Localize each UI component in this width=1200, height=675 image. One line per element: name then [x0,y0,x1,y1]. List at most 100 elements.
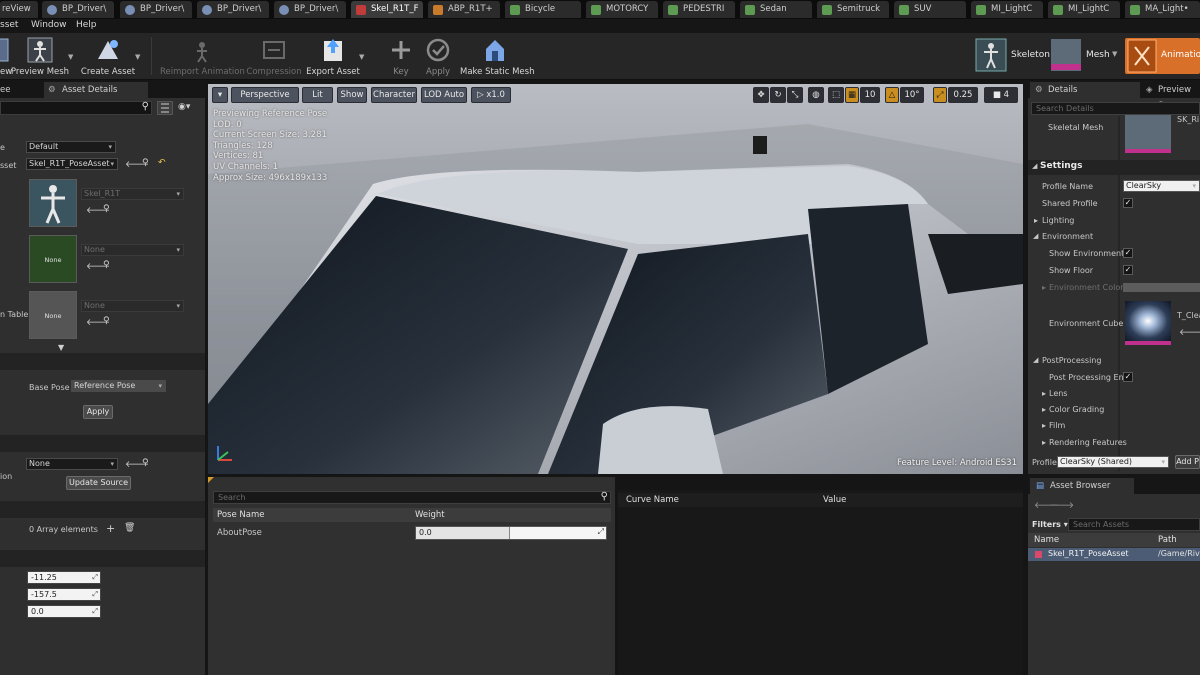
profile-name-input[interactable]: ClearSky [1123,180,1200,192]
apply-button[interactable]: Apply [83,405,113,419]
tab-bp-driver-4[interactable]: BP_Driver\ [274,1,346,18]
column-weight[interactable]: Weight [415,508,445,522]
tab-bp-driver-1[interactable]: BP_Driver\ [42,1,114,18]
section-header[interactable] [0,550,205,567]
tab-ma-light[interactable]: MA_Light• [1125,1,1200,18]
tab-bicycle[interactable]: Bicycle [505,1,581,18]
forward-arrow-icon[interactable]: 🡒 [1050,500,1074,511]
tab-mi-light-2[interactable]: MI_LightC [1048,1,1120,18]
3d-viewport[interactable]: ▾ Perspective Lit Show Character LOD Aut… [208,84,1023,474]
playback-speed-button[interactable]: ▷ x1.0 [471,87,511,103]
animation-mode-button[interactable]: Animation [1125,38,1200,74]
tab-details[interactable]: ⚙ Details [1030,82,1140,98]
tab-mi-light-1[interactable]: MI_LightC [971,1,1043,18]
tab-skeleton-tree[interactable]: ee [0,82,40,98]
add-element-icon[interactable]: + [106,522,115,535]
browse-search-icon[interactable]: ⚲ [103,316,110,326]
arrow-left-icon[interactable]: 🡐 [1179,327,1200,338]
collapsed-arrow-icon[interactable]: ▸ [1042,389,1046,398]
mesh-mode-button[interactable]: Mesh ▼ [1050,38,1124,74]
reset-icon[interactable]: ↶ [158,158,166,168]
pose-asset-combo[interactable]: Skel_R1T_PoseAsset [26,158,118,170]
key-button[interactable]: Key [386,35,416,79]
number-field-y[interactable]: -157.5 [27,588,101,601]
column-pose-name[interactable]: Pose Name [217,508,264,522]
default-combo[interactable]: Default [26,141,116,153]
section-header[interactable] [0,501,205,518]
column-value[interactable]: Value [823,493,846,507]
skeletal-mesh-thumbnail[interactable] [1125,115,1171,153]
tab-semitruck[interactable]: Semitruck [817,1,889,18]
collapsed-arrow-icon[interactable]: ▸ [1042,283,1046,292]
preview-mesh-thumbnail[interactable]: None [29,235,77,283]
environment-color-swatch[interactable] [1123,283,1200,292]
lens-category[interactable]: Lens [1049,389,1067,398]
coord-space-icon[interactable]: ◍ [808,87,824,103]
lit-button[interactable]: Lit [302,87,333,103]
compression-button[interactable]: Compression [246,35,302,79]
preview-mesh-combo[interactable]: None [81,244,184,256]
property-matrix-button[interactable] [157,101,173,115]
surface-snap-icon[interactable]: ⬚ [828,87,844,103]
menu-window[interactable]: Window [31,20,67,30]
show-button[interactable]: Show [337,87,367,103]
create-asset-button[interactable]: Create Asset [80,35,136,79]
chevron-down-icon[interactable]: ▼ [68,53,73,61]
postprocessing-category[interactable]: PostProcessing [1042,356,1101,365]
tab-asset-details[interactable]: ⚙ Asset Details [44,82,148,98]
chevron-down-icon[interactable]: ▼ [1112,50,1117,58]
translate-icon[interactable]: ✥ [753,87,769,103]
show-floor-checkbox[interactable]: ✓ [1123,265,1133,275]
tab-asset-browser[interactable]: ▤ Asset Browser [1030,478,1134,494]
asset-search-input[interactable]: Search Assets [1068,518,1200,531]
rotation-snap-value[interactable]: 10° [900,87,924,103]
scale-snap-value[interactable]: 0.25 [948,87,978,103]
base-pose-combo[interactable]: Reference Pose [71,380,166,392]
chevron-down-icon[interactable]: ▼ [359,53,364,61]
number-field-z[interactable]: 0.0 [27,605,101,618]
browse-search-icon[interactable]: ⚲ [142,158,149,168]
section-header[interactable] [0,353,205,370]
shared-profile-checkbox[interactable]: ✓ [1123,198,1133,208]
section-header[interactable] [0,435,205,452]
table-row[interactable]: AboutPose 0.0 ⤢ [213,525,611,541]
collapsed-arrow-icon[interactable]: ▸ [1042,421,1046,430]
collapsed-arrow-icon[interactable]: ▸ [1042,405,1046,414]
environment-category[interactable]: Environment [1042,232,1093,241]
add-profile-button[interactable]: Add P [1175,455,1200,469]
expand-arrow-icon[interactable]: ▼ [58,343,64,352]
scale-icon[interactable]: ⤡ [787,87,803,103]
preview-button[interactable]: ew [0,35,12,79]
color-grading-category[interactable]: Color Grading [1049,405,1104,414]
rendering-features-category[interactable]: Rendering Features [1049,438,1127,447]
show-environment-checkbox[interactable]: ✓ [1123,248,1133,258]
apply-toolbar-button[interactable]: Apply [422,35,454,79]
tab-abp-r1t[interactable]: ABP_R1T+ [428,1,500,18]
scale-snap-icon[interactable]: ⤢ [933,87,947,103]
table-combo[interactable]: None [81,300,184,312]
rotation-snap-icon[interactable]: △ [885,87,899,103]
details-search-input[interactable]: Search Details [1031,102,1200,115]
column-curve-name[interactable]: Curve Name [626,493,679,507]
collapsed-arrow-icon[interactable]: ▸ [1042,438,1046,447]
skeleton-combo[interactable]: Skel_R1T [81,188,184,200]
weight-slider[interactable]: 0.0 ⤢ [415,526,607,540]
browse-search-icon[interactable]: ⚲ [142,458,149,468]
grid-snap-value[interactable]: 10 [860,87,880,103]
export-asset-button[interactable]: Export Asset [305,35,361,79]
eye-icon[interactable]: ◉▾ [178,102,190,112]
make-static-mesh-button[interactable]: Make Static Mesh [460,35,534,79]
pose-search-input[interactable]: Search ⚲ [213,491,611,504]
character-button[interactable]: Character [371,87,417,103]
table-thumbnail[interactable]: None [29,291,77,339]
tab-bp-driver-3[interactable]: BP_Driver\ [197,1,269,18]
rotate-icon[interactable]: ↻ [770,87,786,103]
environment-cube-thumbnail[interactable] [1125,301,1171,345]
tab-motorcycle[interactable]: MOTORCY [586,1,658,18]
filters-button[interactable]: Filters ▾ [1032,520,1068,529]
tab-pedestrian[interactable]: PEDESTRI [663,1,735,18]
table-row[interactable]: Skel_R1T_PoseAsset /Game/Riv [1028,548,1200,561]
reimport-animation-button[interactable]: Reimport Animation [160,35,245,79]
details-search-input[interactable]: ⚲ [0,101,152,115]
expanded-arrow-icon[interactable]: ◢ [1033,232,1038,240]
